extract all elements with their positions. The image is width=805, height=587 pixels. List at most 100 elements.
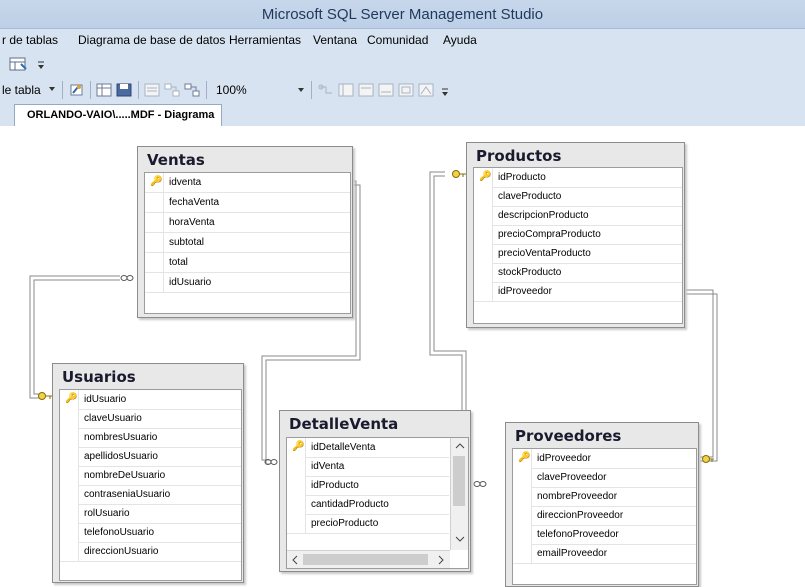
row-selector[interactable] (513, 468, 532, 487)
row-selector[interactable] (287, 514, 306, 533)
row-selector[interactable]: 🔑 (60, 390, 79, 409)
table-row[interactable]: contraseniaUsuario (60, 485, 241, 505)
table-row[interactable]: claveProducto (474, 187, 682, 207)
table-title: Usuarios (62, 368, 136, 386)
row-selector[interactable] (474, 206, 493, 225)
table-row[interactable]: precioCompraProducto (474, 225, 682, 245)
table-row[interactable]: 🔑 idDetalleVenta (287, 438, 449, 458)
row-selector[interactable] (60, 466, 79, 485)
column-name: precioProducto (311, 518, 379, 529)
table-row[interactable]: idUsuario (145, 273, 350, 293)
table-row[interactable]: 🔑 idProveedor (513, 449, 696, 469)
row-selector[interactable] (60, 447, 79, 466)
column-name: idventa (169, 177, 202, 188)
table-row[interactable]: rolUsuario (60, 504, 241, 524)
table-title: Ventas (147, 151, 205, 169)
table-proveedores[interactable]: Proveedores 🔑 idProveedor claveProveedor … (505, 422, 699, 587)
column-name: contraseniaUsuario (84, 489, 171, 500)
table-row[interactable]: nombreDeUsuario (60, 466, 241, 486)
table-row[interactable]: nombresUsuario (60, 428, 241, 448)
table-row[interactable]: nombreProveedor (513, 487, 696, 507)
table-detalleventa[interactable]: DetalleVenta 🔑 idDetalleVenta idVenta idP… (279, 410, 471, 572)
row-selector[interactable] (513, 525, 532, 544)
row-selector[interactable] (513, 544, 532, 563)
row-selector[interactable] (474, 187, 493, 206)
scroll-left-icon[interactable] (291, 555, 299, 565)
table-usuarios[interactable]: Usuarios 🔑 idUsuario claveUsuario nombres… (52, 363, 244, 583)
scrollbar-thumb[interactable] (303, 554, 428, 565)
row-selector[interactable] (145, 273, 164, 292)
table-row[interactable]: precioProducto (287, 514, 449, 534)
column-name: horaVenta (169, 217, 215, 228)
table-row[interactable]: cantidadProducto (287, 495, 449, 515)
column-name: nombreDeUsuario (84, 470, 166, 481)
row-selector[interactable] (513, 506, 532, 525)
table-row[interactable]: idVenta (287, 457, 449, 477)
row-selector[interactable]: 🔑 (145, 173, 164, 192)
key-icon: 🔑 (292, 441, 305, 452)
table-ventas[interactable]: Ventas 🔑 idventa fechaVenta horaVenta sub… (137, 146, 353, 318)
column-name: idProveedor (498, 286, 552, 297)
table-productos[interactable]: Productos 🔑 idProducto claveProducto desc… (466, 142, 685, 328)
table-row[interactable]: idProducto (287, 476, 449, 496)
table-row[interactable]: telefonoUsuario (60, 523, 241, 543)
row-selector[interactable] (60, 428, 79, 447)
column-name: idUsuario (84, 394, 127, 405)
column-name: direccionProveedor (537, 510, 624, 521)
scroll-up-icon[interactable] (455, 442, 465, 450)
column-name: nombresUsuario (84, 432, 158, 443)
table-row[interactable]: total (145, 253, 350, 273)
row-selector[interactable] (60, 523, 79, 542)
table-row[interactable]: 🔑 idventa (145, 173, 350, 193)
table-row[interactable]: 🔑 idUsuario (60, 390, 241, 410)
row-selector[interactable] (145, 253, 164, 272)
row-selector[interactable] (145, 233, 164, 252)
row-selector[interactable] (474, 282, 493, 301)
row-selector[interactable] (474, 244, 493, 263)
table-row[interactable]: claveProveedor (513, 468, 696, 488)
row-selector[interactable] (60, 485, 79, 504)
table-row[interactable]: fechaVenta (145, 193, 350, 213)
key-icon: 🔑 (479, 171, 492, 182)
scrollbar-thumb[interactable] (453, 456, 465, 506)
table-row[interactable]: 🔑 idProducto (474, 168, 682, 188)
row-selector[interactable] (60, 409, 79, 428)
scroll-right-icon[interactable] (437, 555, 445, 565)
column-name: total (169, 257, 188, 268)
row-selector[interactable] (60, 504, 79, 523)
horizontal-scrollbar[interactable] (287, 550, 450, 568)
row-selector[interactable] (474, 225, 493, 244)
table-row[interactable]: direccionProveedor (513, 506, 696, 526)
column-name: apellidosUsuario (84, 451, 158, 462)
table-title: Productos (476, 147, 562, 165)
row-selector[interactable]: 🔑 (474, 168, 493, 187)
row-selector[interactable] (513, 487, 532, 506)
table-row[interactable]: apellidosUsuario (60, 447, 241, 467)
table-row[interactable]: subtotal (145, 233, 350, 253)
row-selector[interactable] (287, 495, 306, 514)
row-selector[interactable] (145, 193, 164, 212)
scroll-down-icon[interactable] (455, 535, 465, 543)
table-row[interactable]: stockProducto (474, 263, 682, 283)
column-name: fechaVenta (169, 197, 220, 208)
table-row[interactable]: direccionUsuario (60, 542, 241, 562)
table-row[interactable]: claveUsuario (60, 409, 241, 429)
row-selector[interactable]: 🔑 (287, 438, 306, 457)
table-row[interactable]: emailProveedor (513, 544, 696, 564)
row-selector[interactable]: 🔑 (513, 449, 532, 468)
table-row[interactable]: horaVenta (145, 213, 350, 233)
row-selector[interactable] (474, 263, 493, 282)
table-row[interactable]: descripcionProducto (474, 206, 682, 226)
vertical-scrollbar[interactable] (450, 438, 468, 550)
column-name: claveProducto (498, 191, 562, 202)
column-name: idUsuario (169, 277, 212, 288)
table-row[interactable]: precioVentaProducto (474, 244, 682, 264)
row-selector[interactable] (145, 213, 164, 232)
column-grid: 🔑 idProducto claveProducto descripcionPro… (473, 167, 683, 324)
row-selector[interactable] (287, 476, 306, 495)
row-selector[interactable] (287, 457, 306, 476)
row-selector[interactable] (60, 542, 79, 561)
table-row[interactable]: telefonoProveedor (513, 525, 696, 545)
key-connector-icon (38, 392, 53, 400)
table-row[interactable]: idProveedor (474, 282, 682, 302)
